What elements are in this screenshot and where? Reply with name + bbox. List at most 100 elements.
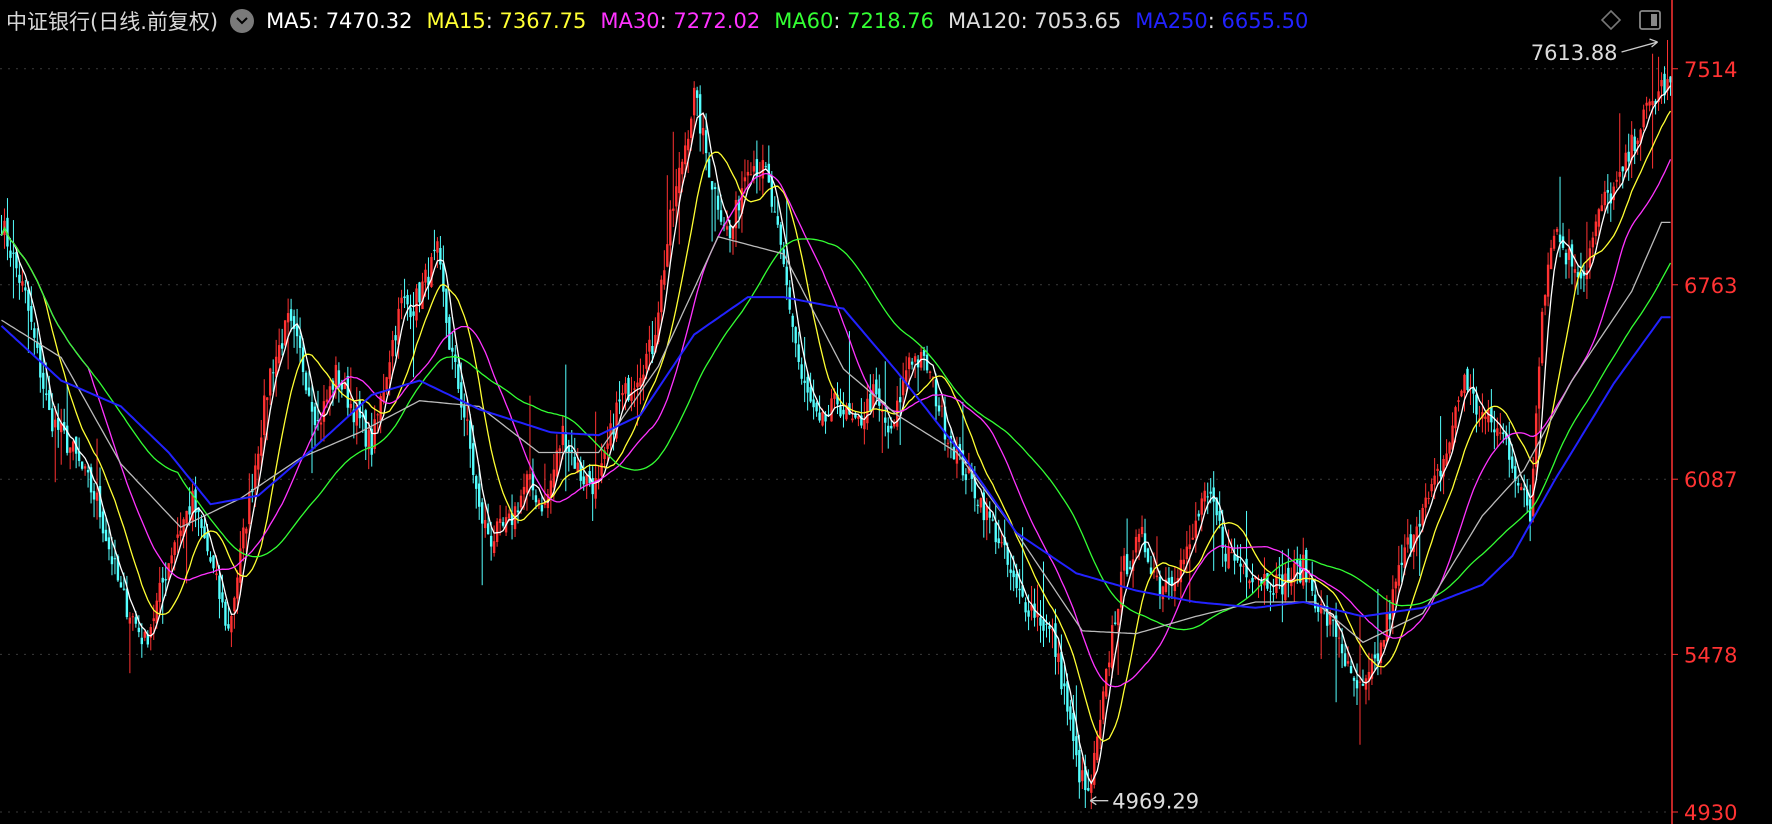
candle-body xyxy=(678,167,681,194)
candle-body xyxy=(618,399,621,402)
candle-body xyxy=(821,412,824,426)
candle-body xyxy=(806,376,809,393)
candle-body xyxy=(1305,549,1308,583)
candle-body xyxy=(179,530,182,537)
candle-body xyxy=(1125,554,1129,575)
candle-body xyxy=(695,90,699,98)
candle-body xyxy=(1433,475,1436,485)
candle-body xyxy=(1242,565,1245,567)
candle-body xyxy=(1385,613,1389,642)
candle-body xyxy=(1454,407,1457,429)
candle-body xyxy=(436,241,439,253)
candle-body xyxy=(707,158,711,178)
moving-average-lines xyxy=(0,85,1672,785)
candle-body xyxy=(1603,191,1607,206)
candle-body xyxy=(878,388,881,406)
candle-body xyxy=(761,160,765,179)
ma-line-ma15 xyxy=(0,110,1672,743)
y-tick-label: 4930 xyxy=(1684,801,1737,824)
indicator-ma5: MA5: 7470.32 xyxy=(266,9,413,33)
candle-body xyxy=(839,406,842,417)
candle-body xyxy=(54,419,57,428)
candle-body xyxy=(489,535,493,547)
candle-body xyxy=(245,528,248,534)
candle-body xyxy=(239,548,242,583)
candle-body xyxy=(785,266,788,286)
candle-body xyxy=(382,391,385,402)
candle-body xyxy=(424,269,427,283)
candle-body xyxy=(27,289,30,311)
candle-body xyxy=(164,579,167,581)
candle-body xyxy=(391,340,394,357)
candle-body xyxy=(376,414,379,416)
indicator-label: MA120 xyxy=(948,9,1021,33)
candle-body xyxy=(1406,537,1409,545)
candle-body xyxy=(394,335,397,341)
candle-body xyxy=(561,425,565,446)
candle-body xyxy=(86,469,90,473)
candle-body xyxy=(9,250,12,258)
candle-body xyxy=(1012,570,1015,578)
candle-body xyxy=(851,418,854,421)
candle-body xyxy=(716,195,720,210)
candle-body xyxy=(1099,719,1102,739)
candle-body xyxy=(1191,537,1194,540)
candle-body xyxy=(1523,488,1526,491)
candle-body xyxy=(1346,661,1350,664)
candle-body xyxy=(319,422,323,425)
indicator-value: 7367.75 xyxy=(499,9,587,33)
candle-body xyxy=(675,186,678,207)
candle-body xyxy=(710,181,714,190)
low-marker-label: 4969.29 xyxy=(1112,790,1199,814)
candle-body xyxy=(1116,608,1120,626)
candle-body xyxy=(451,347,454,352)
candle-body xyxy=(421,281,424,310)
candle-body xyxy=(672,208,675,211)
candle-body xyxy=(648,339,651,352)
candle-body xyxy=(307,387,311,396)
candle-body xyxy=(1128,567,1132,569)
candle-body xyxy=(18,274,21,283)
candle-body xyxy=(1107,662,1111,668)
indicator-label: MA30 xyxy=(600,9,660,33)
indicator-value: 6655.50 xyxy=(1221,9,1309,33)
candle-body xyxy=(1409,534,1412,549)
candle-body xyxy=(1158,576,1162,595)
candle-body xyxy=(233,597,236,612)
candle-body xyxy=(1448,442,1451,454)
candle-body xyxy=(221,592,224,603)
candle-body xyxy=(1009,569,1012,573)
candle-body xyxy=(463,405,466,418)
diamond-icon[interactable] xyxy=(1600,9,1622,35)
candle-body xyxy=(937,405,941,412)
candle-body xyxy=(1122,555,1126,571)
candle-body xyxy=(1436,468,1439,471)
candle-body xyxy=(1251,577,1254,583)
candle-body xyxy=(600,463,603,476)
candle-body xyxy=(928,371,932,373)
candle-body xyxy=(791,315,794,327)
candle-body xyxy=(33,328,36,338)
panel-toggle-icon[interactable] xyxy=(1638,9,1662,35)
candle-body xyxy=(994,522,997,543)
candle-body xyxy=(794,327,797,344)
candle-body xyxy=(409,307,412,318)
candle-body xyxy=(1316,606,1320,612)
candle-body xyxy=(689,118,693,139)
candle-body xyxy=(1660,80,1663,87)
candle-body xyxy=(519,495,523,508)
candle-body xyxy=(498,518,502,524)
y-tick-label: 6763 xyxy=(1684,274,1737,298)
indicator-ma60: MA60: 7218.76 xyxy=(774,9,935,33)
candle-body xyxy=(1248,580,1251,584)
candle-body xyxy=(104,529,108,542)
candle-body xyxy=(815,402,818,412)
candle-body xyxy=(719,210,723,222)
chevron-down-icon[interactable] xyxy=(230,9,255,33)
candle-body xyxy=(209,557,212,562)
candle-body xyxy=(24,287,27,291)
candle-body xyxy=(466,419,469,421)
candle-body xyxy=(1615,179,1618,182)
candle-body xyxy=(283,320,287,346)
candle-body xyxy=(558,448,562,452)
